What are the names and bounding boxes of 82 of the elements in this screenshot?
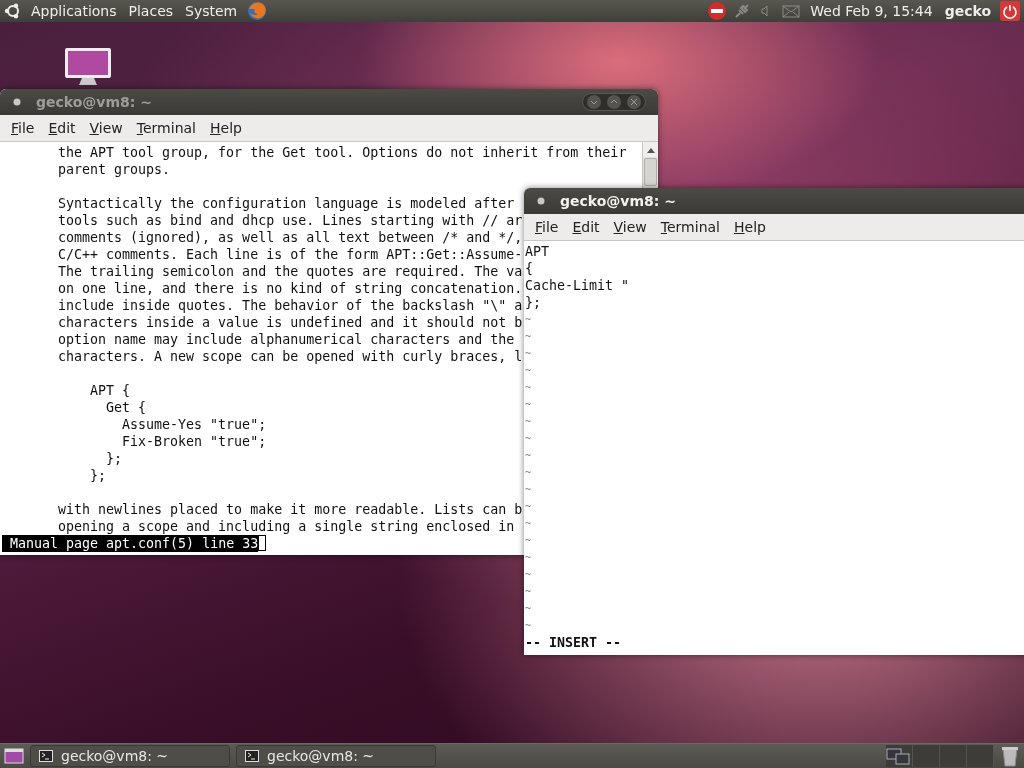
text-line: APT { [89,382,131,399]
menu-item[interactable]: View [606,219,654,235]
computer-icon[interactable] [64,47,112,87]
empty-line-marker: ~ [525,364,532,378]
text-line: }; [525,294,541,311]
empty-line-marker: ~ [525,483,532,497]
text-line: The trailing semicolon and the quotes are required. The va [58,263,523,280]
menu-item[interactable]: Terminal [129,120,203,136]
scrollbar-thumb[interactable] [644,158,657,186]
text-line: characters inside a value is undefined and it should not b [58,314,523,331]
logo-icon[interactable] [4,2,22,20]
text-line: Get { [105,399,147,416]
text-line: include inside quotes. The behavior of the backslash "\" a [58,297,523,314]
text-line: comments (ignored), as well as all text between /* and */, [58,229,523,246]
empty-line-marker: ~ [525,619,532,633]
menu-item[interactable]: File [4,120,42,136]
browser-icon[interactable] [246,0,269,22]
empty-line-marker: ~ [525,517,532,531]
window-controls-icon[interactable] [582,93,646,111]
empty-line-marker: ~ [525,534,532,548]
text-line: Assume-Yes "true"; [121,416,267,433]
text-line: C/C++ comments. Each line is of the form APT::Get::Assume- [58,246,523,263]
clock[interactable]: Wed Feb 9, 15:44 [807,3,936,19]
empty-line-marker: ~ [525,432,532,446]
text-line: { [525,260,533,277]
text-line: Cache-Limit " [525,277,630,294]
text-line: APT [525,243,550,260]
window-menu-icon[interactable] [536,196,546,206]
text-cursor [258,535,267,551]
panel-menu[interactable]: System [182,3,241,19]
window-title: gecko@vm8: ~ [36,94,153,110]
panel-menu[interactable]: Applications [28,3,120,19]
menu-item[interactable]: Help [727,219,773,235]
text-line: the APT tool group, for the Get tool. Options do not inherit from their [58,144,627,161]
menu-item[interactable]: Edit [41,120,83,136]
empty-line-marker: ~ [525,500,532,514]
window-title: gecko@vm8: ~ [560,193,677,209]
text-line: parent groups. [58,161,171,178]
mail-icon[interactable] [781,2,802,20]
empty-line-marker: ~ [525,381,532,395]
text-line: option name may include alphanumerical characters and the [58,331,515,348]
text-line: characters. A new scope can be opened with curly braces, l [58,348,523,365]
menu-item[interactable]: File [528,219,566,235]
empty-line-marker: ~ [525,585,532,599]
empty-line-marker: ~ [525,466,532,480]
window-menu-icon[interactable] [12,97,22,107]
empty-line-marker: ~ [525,602,532,616]
empty-line-marker: ~ [525,568,532,582]
empty-line-marker: ~ [525,330,532,344]
menu-item[interactable]: Terminal [653,219,727,235]
text-line: tools such as bind and dhcp use. Lines starting with // ar [58,212,523,229]
panel-menu[interactable]: Places [125,3,177,19]
taskbar-button[interactable]: gecko@vm8: ~ [30,745,230,767]
text-line: with newlines placed to make it more readable. Lists can b [58,501,523,518]
menu-item[interactable]: Help [203,120,249,136]
empty-line-marker: ~ [525,449,532,463]
empty-line-marker: ~ [525,347,532,361]
trash-icon[interactable] [1000,745,1020,767]
power-icon[interactable] [1000,1,1020,21]
text-line: on one line, and there is no kind of string concatenation. [58,280,523,297]
workspace-switcher[interactable] [886,745,994,767]
empty-line-marker: ~ [525,551,532,565]
empty-line-marker: ~ [525,415,532,429]
text-line: Fix-Broken "true"; [121,433,267,450]
menu-item[interactable]: View [82,120,130,136]
menu-item[interactable]: Edit [565,219,607,235]
terminal-icon [245,750,259,762]
text-line: }; [89,467,107,484]
taskbar-button[interactable]: gecko@vm8: ~ [236,745,436,767]
scroll-up-icon[interactable] [646,146,655,153]
text-line: opening a scope and including a single string enclosed in [58,518,515,535]
empty-line-marker: ~ [525,313,532,327]
network-icon[interactable] [733,2,752,20]
no-entry-icon[interactable] [707,1,728,21]
mode-line: -- INSERT -- [525,634,623,651]
empty-line-marker: ~ [525,398,532,412]
window-thumbnail-icon [886,747,912,765]
user-name[interactable]: gecko [941,3,994,19]
text-line: Syntactically the configuration language is modeled after [58,195,515,212]
text-line: }; [105,450,123,467]
show-desktop-icon[interactable] [4,747,24,765]
terminal-icon [39,750,53,762]
